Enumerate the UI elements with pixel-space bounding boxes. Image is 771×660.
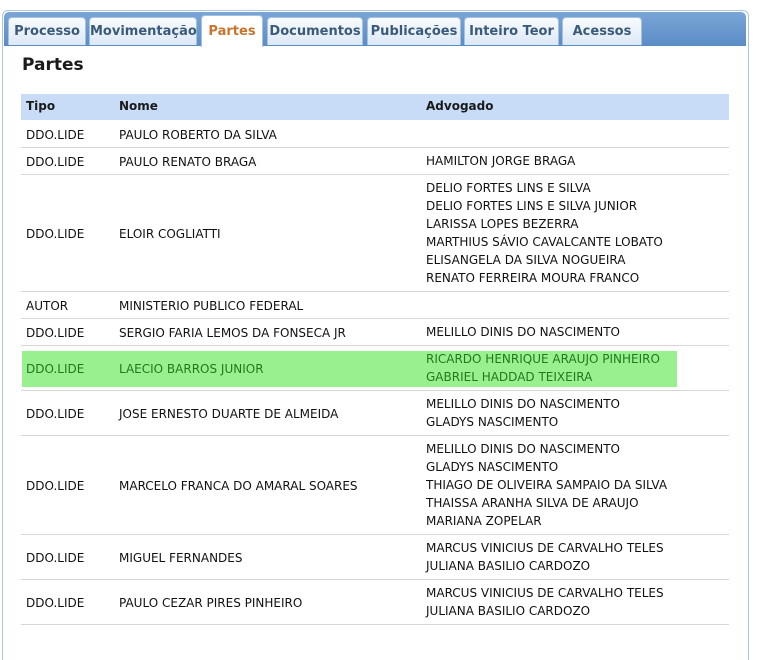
advogado-name: MARCUS VINICIUS DE CARVALHO TELES — [426, 541, 664, 555]
table-row: DDO.LIDE PAULO RENATO BRAGA HAMILTON JORGE… — [21, 148, 729, 175]
cell-nome: PAULO ROBERTO DA SILVA — [119, 127, 277, 142]
cell-advogados: DELIO FORTES LINS E SILVA DELIO FORTES LI… — [426, 179, 663, 287]
advogado-name: GABRIEL HADDAD TEIXEIRA — [426, 370, 593, 384]
tab-inteiro-teor[interactable]: Inteiro Teor — [464, 17, 559, 45]
advogado-name: MELILLO DINIS DO NASCIMENTO — [426, 442, 620, 456]
cell-nome: PAULO CEZAR PIRES PINHEIRO — [119, 595, 303, 610]
cell-tipo: DDO.LIDE — [26, 154, 85, 169]
cell-tipo: DDO.LIDE — [26, 325, 85, 340]
cell-advogados: HAMILTON JORGE BRAGA — [426, 152, 575, 170]
advogado-name: LARISSA LOPES BEZERRA — [426, 217, 579, 231]
cell-nome: ELOIR COGLIATTI — [119, 226, 221, 241]
table-row: DDO.LIDE PAULO CEZAR PIRES PINHEIRO MARCUS… — [21, 580, 729, 625]
advogado-name: GLADYS NASCIMENTO — [426, 415, 559, 429]
page-title: Partes — [22, 55, 84, 75]
header-tipo: Tipo — [26, 99, 56, 113]
tab-processo[interactable]: Processo — [8, 17, 86, 45]
cell-nome: MINISTERIO PUBLICO FEDERAL — [119, 298, 304, 313]
cell-tipo: DDO.LIDE — [26, 550, 85, 565]
advogado-name: MELILLO DINIS DO NASCIMENTO — [426, 325, 620, 339]
header-advogado: Advogado — [426, 99, 494, 113]
cell-nome: SERGIO FARIA LEMOS DA FONSECA JR — [119, 325, 346, 340]
tab-acessos[interactable]: Acessos — [562, 17, 642, 45]
table-header: Tipo Nome Advogado — [21, 94, 729, 120]
table-row: DDO.LIDE MIGUEL FERNANDES MARCUS VINICIUS … — [21, 535, 729, 580]
cell-tipo: DDO.LIDE — [26, 406, 85, 421]
cell-nome: PAULO RENATO BRAGA — [119, 154, 257, 169]
advogado-name: MARTHIUS SÁVIO CAVALCANTE LOBATO — [426, 235, 663, 249]
advogado-name: MELILLO DINIS DO NASCIMENTO — [426, 397, 620, 411]
tab-documentos[interactable]: Documentos — [267, 17, 363, 45]
advogado-name: ELISANGELA DA SILVA NOGUEIRA — [426, 253, 626, 267]
advogado-name: THAISSA ARANHA SILVA DE ARAUJO — [426, 496, 639, 510]
advogado-name: HAMILTON JORGE BRAGA — [426, 154, 576, 168]
advogado-name: RICARDO HENRIQUE ARAUJO PINHEIRO — [426, 352, 660, 366]
advogado-name: RENATO FERREIRA MOURA FRANCO — [426, 271, 640, 285]
cell-advogados: MARCUS VINICIUS DE CARVALHO TELES JULIANA… — [426, 584, 664, 620]
cell-advogados: MELILLO DINIS DO NASCIMENTO GLADYS NASCIM… — [426, 395, 620, 431]
cell-advogados: RICARDO HENRIQUE ARAUJO PINHEIRO GABRIEL … — [426, 350, 660, 386]
tab-movimentacao[interactable]: Movimentação — [89, 17, 197, 45]
cell-advogados: MELILLO DINIS DO NASCIMENTO — [426, 323, 620, 341]
advogado-name: MARCUS VINICIUS DE CARVALHO TELES — [426, 586, 664, 600]
advogado-name: JULIANA BASILIO CARDOZO — [426, 559, 591, 573]
cell-tipo: AUTOR — [26, 298, 69, 313]
cell-nome: LAECIO BARROS JUNIOR — [119, 361, 264, 376]
cell-tipo: DDO.LIDE — [26, 127, 85, 142]
table-row: DDO.LIDE SERGIO FARIA LEMOS DA FONSECA JR… — [21, 319, 729, 346]
cell-tipo: DDO.LIDE — [26, 226, 85, 241]
advogado-name: MARIANA ZOPELAR — [426, 514, 542, 528]
table-row: DDO.LIDE MARCELO FRANCA DO AMARAL SOARES M… — [21, 436, 729, 535]
tab-partes[interactable]: Partes — [201, 15, 263, 47]
advogado-name: GLADYS NASCIMENTO — [426, 460, 559, 474]
table-row: AUTOR MINISTERIO PUBLICO FEDERAL — [21, 292, 729, 319]
cell-tipo: DDO.LIDE — [26, 361, 85, 376]
cell-nome: JOSE ERNESTO DUARTE DE ALMEIDA — [119, 406, 339, 421]
cell-advogados: MARCUS VINICIUS DE CARVALHO TELES JULIANA… — [426, 539, 664, 575]
advogado-name: THIAGO DE OLIVEIRA SAMPAIO DA SILVA — [426, 478, 668, 492]
cell-nome: MIGUEL FERNANDES — [119, 550, 243, 565]
cell-tipo: DDO.LIDE — [26, 478, 85, 493]
header-nome: Nome — [119, 99, 158, 113]
table-row: DDO.LIDE PAULO ROBERTO DA SILVA — [21, 121, 729, 148]
advogado-name: JULIANA BASILIO CARDOZO — [426, 604, 591, 618]
table-row: DDO.LIDE ELOIR COGLIATTI DELIO FORTES LINS… — [21, 175, 729, 292]
cell-tipo: DDO.LIDE — [26, 595, 85, 610]
cell-advogados: MELILLO DINIS DO NASCIMENTO GLADYS NASCIM… — [426, 440, 667, 530]
cell-nome: MARCELO FRANCA DO AMARAL SOARES — [119, 478, 358, 493]
table-row: DDO.LIDE JOSE ERNESTO DUARTE DE ALMEIDA ME… — [21, 391, 729, 436]
tab-publicacoes[interactable]: Publicações — [367, 17, 461, 45]
table-row: DDO.LIDE LAECIO BARROS JUNIOR RICARDO HENR… — [21, 346, 729, 391]
advogado-name: DELIO FORTES LINS E SILVA JUNIOR — [426, 199, 638, 213]
advogado-name: DELIO FORTES LINS E SILVA — [426, 181, 591, 195]
